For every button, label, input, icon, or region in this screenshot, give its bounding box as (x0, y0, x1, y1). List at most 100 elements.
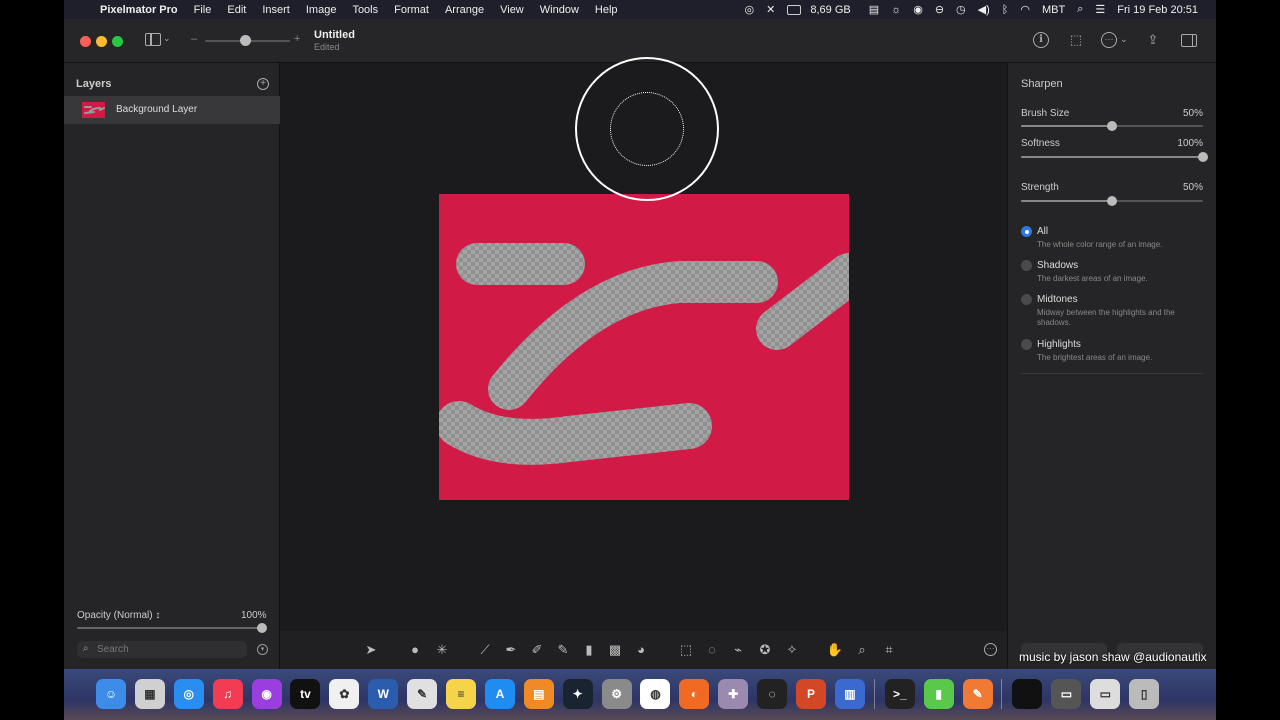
range-highlights-radio[interactable] (1021, 339, 1032, 350)
input-source-status[interactable]: MBT (1036, 4, 1071, 16)
preview-icon[interactable]: ✎ (407, 679, 438, 709)
podcasts-icon[interactable]: ◉ (251, 679, 282, 709)
pixelmator-icon[interactable]: ✎ (962, 679, 993, 709)
menu-tools[interactable]: Tools (344, 4, 386, 16)
downloads-folder-icon[interactable]: ▭ (1051, 679, 1082, 709)
system-preferences-icon[interactable]: ⚙ (601, 679, 632, 709)
focus-status-icon[interactable]: ◉ (907, 3, 929, 16)
books-icon[interactable]: ▤ (523, 679, 554, 709)
add-layer-icon[interactable]: + (257, 78, 269, 90)
lasso-selection-tool-icon[interactable]: ⌁ (729, 641, 747, 659)
softness-slider[interactable] (1021, 152, 1208, 162)
range-shadows-radio[interactable] (1021, 260, 1032, 271)
paint-tool-icon[interactable]: ⟋ (476, 641, 494, 659)
magic-wand-tool-icon[interactable]: ✧ (783, 641, 801, 659)
strength-value[interactable]: 50% (1183, 182, 1203, 193)
terminal-icon[interactable]: >_ (884, 679, 915, 709)
sidebar-toggle-icon[interactable] (145, 33, 161, 46)
retouch-tool-icon[interactable]: ✐ (528, 641, 546, 659)
strength-slider[interactable] (1021, 196, 1203, 206)
crop-tool-icon[interactable]: ⌗ (880, 641, 898, 659)
spotlight-search-icon[interactable]: ⌕ (1071, 3, 1089, 16)
chrome-icon[interactable]: ◍ (640, 679, 671, 709)
image-artwork[interactable] (439, 194, 849, 500)
photos-icon[interactable]: ✿ (329, 679, 360, 709)
wifi-status-icon[interactable]: ◠ (1014, 3, 1036, 16)
menu-view[interactable]: View (492, 4, 532, 16)
opacity-slider-thumb[interactable] (257, 623, 267, 633)
layer-row[interactable]: Background Layer (64, 96, 280, 124)
music-icon[interactable]: ♫ (212, 679, 243, 709)
info-icon[interactable]: i (1033, 32, 1049, 48)
range-all-label[interactable]: All (1037, 226, 1048, 237)
app-store-icon[interactable]: A (484, 679, 515, 709)
slider-thumb[interactable] (1107, 121, 1117, 131)
erase-tool-icon[interactable]: ▮ (580, 641, 598, 659)
finder-icon[interactable]: ☺ (96, 679, 126, 709)
tools-panel-toggle-icon[interactable] (1181, 34, 1197, 47)
word-icon[interactable]: W (368, 679, 399, 709)
zoom-in-icon[interactable]: + (294, 33, 300, 45)
menu-format[interactable]: Format (386, 4, 437, 16)
menu-window[interactable]: Window (532, 4, 587, 16)
activity-monitor-icon[interactable]: ▥ (834, 679, 865, 709)
time-machine-status-icon[interactable]: ◷ (950, 3, 972, 16)
canvas-area[interactable] (280, 57, 1007, 631)
crop-rotate-icon[interactable]: ⬚ (1068, 32, 1084, 48)
chevron-down-icon[interactable]: ⌄ (1120, 34, 1128, 45)
control-center-icon[interactable]: ☰ (1089, 3, 1111, 16)
quick-selection-tool-icon[interactable]: ✪ (756, 641, 774, 659)
brush-size-value[interactable]: 50% (1183, 108, 1203, 119)
sharpen-tool-icon[interactable]: ✎ (554, 641, 572, 659)
do-not-disturb-status-icon[interactable]: ⊖ (929, 3, 950, 16)
share-icon[interactable]: ⇪ (1145, 32, 1161, 48)
elliptical-selection-tool-icon[interactable]: ◌ (703, 641, 721, 659)
opacity-slider[interactable] (77, 627, 262, 629)
zoom-slider-thumb[interactable] (240, 35, 251, 46)
zoom-window-button[interactable] (112, 36, 123, 47)
range-all-radio[interactable] (1021, 226, 1032, 237)
kindle-icon[interactable]: ✦ (562, 679, 593, 709)
filter-icon[interactable]: ▾ (257, 644, 268, 655)
menu-insert[interactable]: Insert (254, 4, 298, 16)
memory-monitor-icon[interactable]: ▮ (923, 679, 954, 709)
layer-search-input[interactable] (97, 642, 237, 657)
zoom-out-icon[interactable]: – (191, 33, 197, 45)
documents-folder-icon[interactable]: ▭ (1090, 679, 1121, 709)
menu-image[interactable]: Image (298, 4, 345, 16)
clock-status[interactable]: Fri 19 Feb 20:51 (1111, 4, 1204, 16)
notes-icon[interactable]: ≡ (446, 679, 477, 709)
document-title[interactable]: Untitled (314, 29, 355, 41)
app-menu[interactable]: Pixelmator Pro (94, 4, 186, 16)
style-tool-icon[interactable]: ● (406, 641, 424, 659)
menu-help[interactable]: Help (587, 4, 626, 16)
photo-booth-icon[interactable]: ✚ (718, 679, 749, 709)
gradient-tool-icon[interactable]: ▩ (606, 641, 624, 659)
brush-size-slider[interactable] (1021, 121, 1203, 131)
minimize-window-button[interactable] (96, 36, 107, 47)
slider-thumb[interactable] (1107, 196, 1117, 206)
launchpad-icon[interactable]: ▦ (134, 679, 165, 709)
range-highlights-label[interactable]: Highlights (1037, 339, 1081, 350)
rectangular-selection-tool-icon[interactable]: ⬚ (677, 641, 695, 659)
bluetooth-status-icon[interactable]: ᛒ (996, 4, 1015, 16)
close-window-button[interactable] (80, 36, 91, 47)
mute-status-icon[interactable]: ✕ (760, 3, 781, 16)
pen-tool-icon[interactable]: ✒ (502, 641, 520, 659)
safari-icon[interactable]: ◎ (173, 679, 204, 709)
obs-icon[interactable]: ◌ (757, 679, 788, 709)
chevron-down-icon[interactable]: ⌄ (163, 33, 171, 44)
firefox-icon[interactable]: ◐ (679, 679, 710, 709)
apple-folder-icon[interactable] (1012, 679, 1043, 709)
range-midtones-label[interactable]: Midtones (1037, 294, 1078, 305)
trash-icon[interactable]: ▯ (1129, 679, 1160, 709)
zoom-tool-icon[interactable]: ⌕ (853, 641, 871, 659)
keyboard-status-icon[interactable]: ▤ (863, 3, 885, 16)
volume-status-icon[interactable]: ◀) (972, 3, 996, 16)
hand-tool-icon[interactable]: ✋ (826, 641, 844, 659)
brightness-status-icon[interactable]: ☼ (885, 4, 907, 16)
memory-status-icon[interactable]: 8,69 GB (781, 4, 862, 16)
arrange-tool-icon[interactable]: ➤ (362, 641, 380, 659)
opacity-blend-mode-label[interactable]: Opacity (Normal) ↕ (77, 610, 160, 621)
range-midtones-radio[interactable] (1021, 294, 1032, 305)
